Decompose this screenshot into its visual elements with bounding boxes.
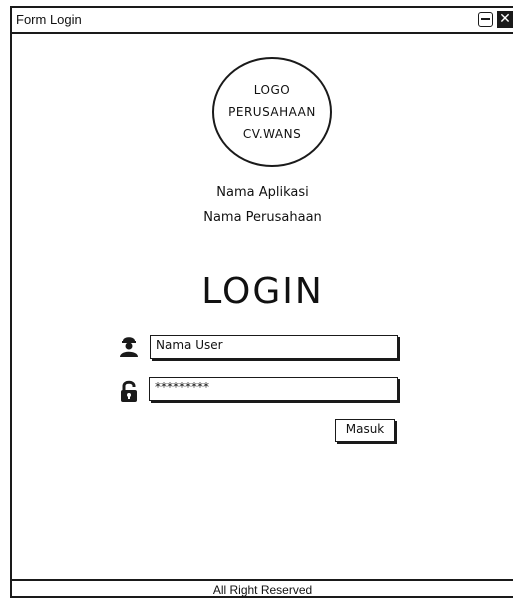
logo-line-3: CV.WANS [242,127,302,141]
password-field[interactable]: ********* [149,377,398,401]
app-name: Nama Aplikasi [216,185,309,200]
footer-divider [12,579,513,581]
footer-text: All Right Reserved [212,583,313,597]
close-icon[interactable]: ✕ [497,11,513,28]
logo-line-1: LOGO [253,83,291,97]
lock-icon [121,380,137,402]
company-logo: LOGO PERUSAHAAN CV.WANS [212,57,332,167]
username-field[interactable]: Nama User [150,335,398,359]
login-heading: LOGIN [201,271,324,312]
company-name: Nama Perusahaan [203,210,322,225]
minimize-icon[interactable] [478,12,493,27]
user-worker-icon [120,337,138,357]
login-window: Form Login ✕ LOGO PERUSAHAAN CV.WANS Nam… [10,6,513,598]
logo-line-2: PERUSAHAAN [228,105,316,119]
title-bar: Form Login ✕ [12,8,513,34]
window-title: Form Login [16,12,82,27]
login-button[interactable]: Masuk [335,419,395,442]
